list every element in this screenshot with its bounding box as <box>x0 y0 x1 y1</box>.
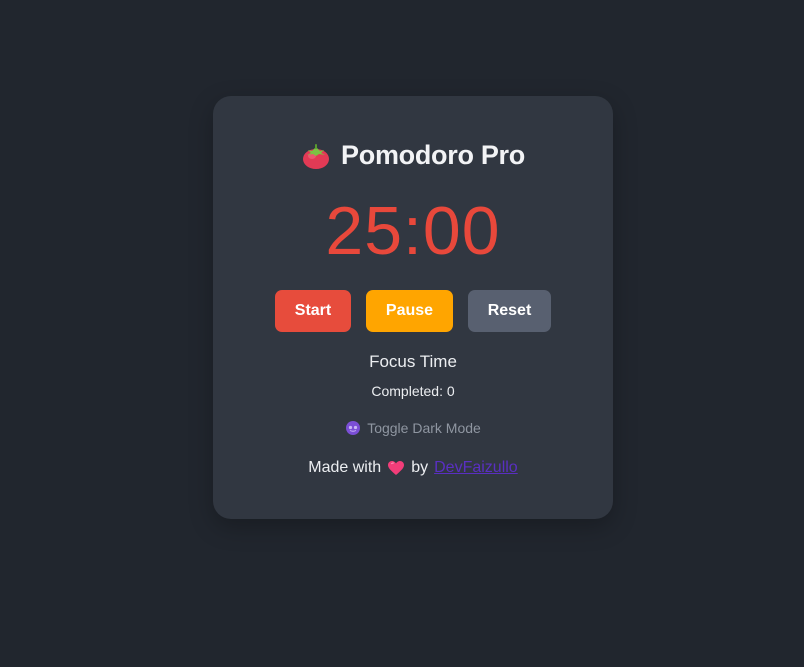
completed-label: Completed: <box>371 383 443 399</box>
toggle-dark-mode-label: Toggle Dark Mode <box>367 420 481 436</box>
start-button[interactable]: Start <box>275 290 351 332</box>
reset-button[interactable]: Reset <box>468 290 551 332</box>
timer-display: 25:00 <box>325 193 501 269</box>
author-link[interactable]: DevFaizullo <box>434 459 518 477</box>
tomato-icon <box>301 142 331 170</box>
timer-controls: Start Pause Reset <box>213 290 613 332</box>
completed-counter: Completed: 0 <box>213 383 613 399</box>
pomodoro-card: Pomodoro Pro 25:00 Start Pause Reset Foc… <box>213 96 613 519</box>
by-text: by <box>411 459 429 476</box>
footer: Made with by DevFaizullo <box>213 459 613 477</box>
app-title: Pomodoro Pro <box>341 140 525 170</box>
heart-icon <box>387 460 405 476</box>
session-mode: Focus Time <box>369 352 457 371</box>
app-header: Pomodoro Pro <box>213 140 613 171</box>
completed-count: 0 <box>446 383 455 399</box>
moon-icon <box>345 420 361 436</box>
made-with-text: Made with <box>308 459 382 476</box>
toggle-dark-mode-button[interactable]: Toggle Dark Mode <box>213 420 613 436</box>
pause-button[interactable]: Pause <box>366 290 453 332</box>
